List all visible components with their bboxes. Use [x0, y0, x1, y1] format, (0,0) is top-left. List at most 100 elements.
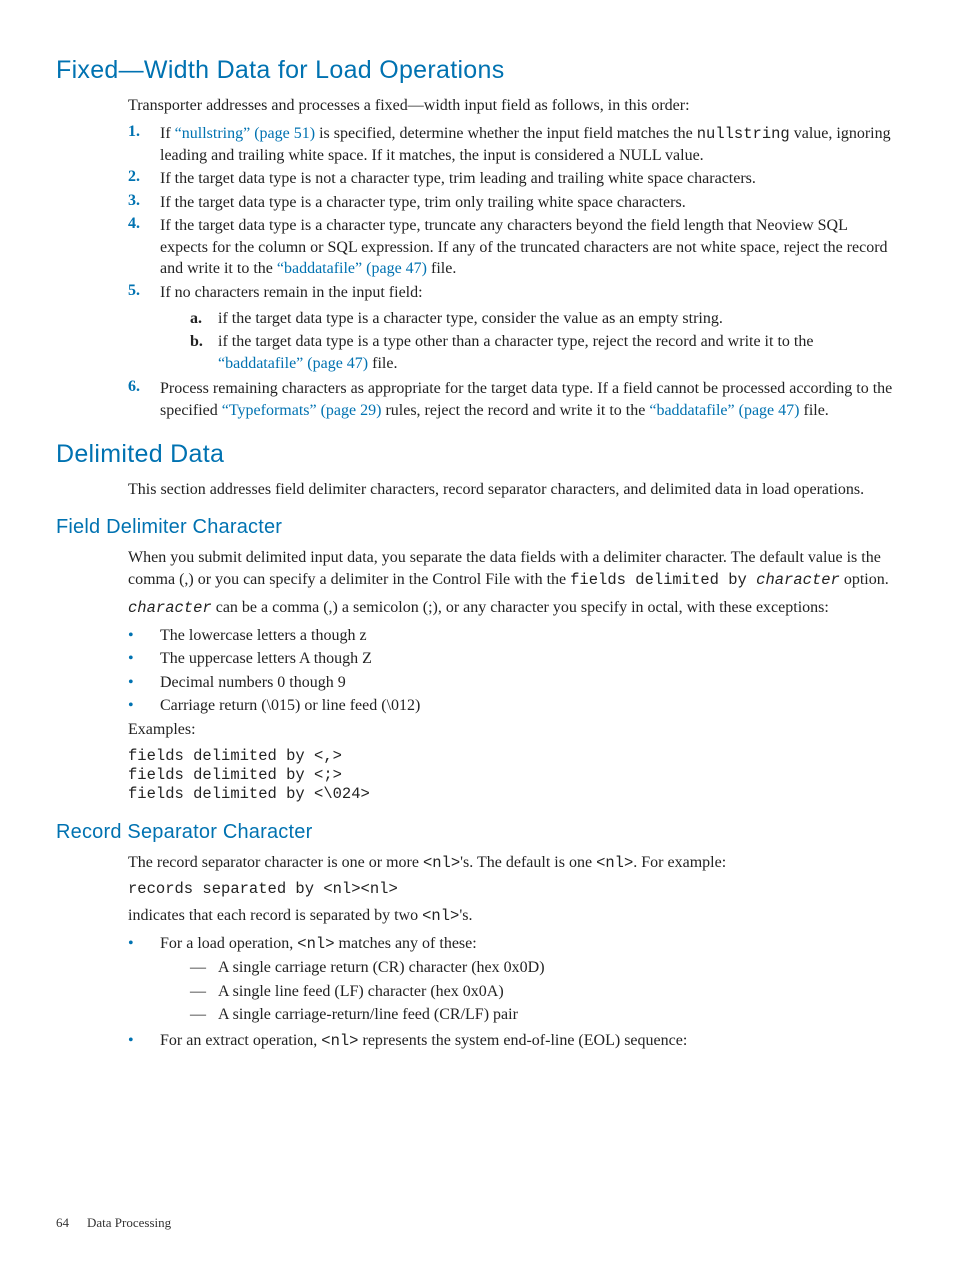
list-letter: b. — [190, 331, 218, 374]
text-run: 's. — [459, 907, 472, 924]
dash-icon: — — [190, 981, 218, 1003]
text-run: option. — [840, 571, 889, 588]
xref-baddatafile[interactable]: “baddatafile” (page 47) — [649, 402, 799, 419]
code-inline: fields delimited by — [570, 571, 756, 589]
xref-typeformats[interactable]: “Typeformats” (page 29) — [222, 402, 382, 419]
text-run: For an extract operation, — [160, 1032, 321, 1049]
list-text: A single carriage return (CR) character … — [218, 957, 898, 979]
text-run: . For example: — [633, 854, 726, 871]
list-text: Process remaining characters as appropri… — [160, 378, 898, 421]
list-item: b. if the target data type is a type oth… — [190, 331, 898, 374]
list-item: 4. If the target data type is a characte… — [128, 215, 898, 280]
dash-icon: — — [190, 957, 218, 979]
ordered-list-alpha: a. if the target data type is a characte… — [190, 308, 898, 375]
bullet-icon: • — [128, 1030, 160, 1052]
list-item: a. if the target data type is a characte… — [190, 308, 898, 330]
xref-baddatafile[interactable]: “baddatafile” (page 47) — [218, 355, 368, 372]
list-text: if the target data type is a type other … — [218, 331, 898, 374]
xref-baddatafile[interactable]: “baddatafile” (page 47) — [277, 260, 427, 277]
bullet-icon: • — [128, 695, 160, 717]
list-item: •The lowercase letters a though z — [128, 625, 898, 647]
list-item: •Carriage return (\015) or line feed (\0… — [128, 695, 898, 717]
examples-label: Examples: — [128, 719, 898, 741]
text-run: is specified, determine whether the inpu… — [315, 125, 697, 142]
text-run: file. — [427, 260, 456, 277]
list-item: 1. If “nullstring” (page 51) is specifie… — [128, 123, 898, 167]
list-number: 6. — [128, 378, 160, 421]
page: Fixed—Width Data for Load Operations Tra… — [0, 0, 954, 1271]
list-item: —A single carriage-return/line feed (CR/… — [190, 1004, 898, 1026]
bullet-icon: • — [128, 625, 160, 647]
list-item: • For an extract operation, <nl> represe… — [128, 1030, 898, 1052]
page-number: 64 — [56, 1215, 69, 1230]
chapter-title: Data Processing — [87, 1215, 171, 1230]
text-run: can be a comma (,) a semicolon (;), or a… — [212, 599, 829, 616]
list-item: •Decimal numbers 0 though 9 — [128, 672, 898, 694]
code-inline-italic: character — [128, 599, 212, 617]
bullet-list: • For a load operation, <nl> matches any… — [128, 933, 898, 1052]
list-text: Carriage return (\015) or line feed (\01… — [160, 695, 898, 717]
list-number: 3. — [128, 192, 160, 214]
heading-fixed-width: Fixed—Width Data for Load Operations — [56, 56, 898, 85]
text-run: For a load operation, — [160, 935, 297, 952]
list-letter: a. — [190, 308, 218, 330]
text-run: represents the system end-of-line (EOL) … — [359, 1032, 688, 1049]
list-number: 4. — [128, 215, 160, 280]
text-run: rules, reject the record and write it to… — [381, 402, 649, 419]
bullet-list: •The lowercase letters a though z •The u… — [128, 625, 898, 717]
list-text: If no characters remain in the input fie… — [160, 282, 898, 376]
list-item: •The uppercase letters A though Z — [128, 648, 898, 670]
text-run: If — [160, 125, 175, 142]
list-text: For a load operation, <nl> matches any o… — [160, 933, 898, 1028]
xref-nullstring[interactable]: “nullstring” (page 51) — [175, 125, 315, 142]
intro-paragraph: Transporter addresses and processes a fi… — [128, 95, 898, 117]
text-run: matches any of these: — [335, 935, 477, 952]
list-number: 2. — [128, 168, 160, 190]
text-run: 's. The default is one — [460, 854, 596, 871]
list-text: if the target data type is a character t… — [218, 308, 898, 330]
list-item: 5. If no characters remain in the input … — [128, 282, 898, 376]
text-run: if the target data type is a type other … — [218, 333, 813, 350]
list-text: Decimal numbers 0 though 9 — [160, 672, 898, 694]
section-fixed-width-body: Transporter addresses and processes a fi… — [128, 95, 898, 422]
code-inline: <nl> — [297, 935, 334, 953]
list-item: 3. If the target data type is a characte… — [128, 192, 898, 214]
text-run: file. — [799, 402, 828, 419]
list-text: If the target data type is not a charact… — [160, 168, 898, 190]
list-item: —A single carriage return (CR) character… — [190, 957, 898, 979]
list-text: The lowercase letters a though z — [160, 625, 898, 647]
list-text: If the target data type is a character t… — [160, 215, 898, 280]
dash-list: —A single carriage return (CR) character… — [190, 957, 898, 1026]
bullet-icon: • — [128, 648, 160, 670]
list-item: —A single line feed (LF) character (hex … — [190, 981, 898, 1003]
section-delimited-body: This section addresses field delimiter c… — [128, 479, 898, 501]
section-field-delimiter-body: When you submit delimited input data, yo… — [128, 547, 898, 805]
code-inline: <nl> — [423, 854, 460, 872]
list-text: For an extract operation, <nl> represent… — [160, 1030, 898, 1052]
code-block: records separated by <nl><nl> — [128, 880, 898, 899]
list-text: The uppercase letters A though Z — [160, 648, 898, 670]
section-record-separator-body: The record separator character is one or… — [128, 852, 898, 1052]
list-number: 5. — [128, 282, 160, 376]
code-block: fields delimited by <,> fields delimited… — [128, 747, 898, 805]
paragraph: indicates that each record is separated … — [128, 905, 898, 927]
list-number: 1. — [128, 123, 160, 167]
paragraph: When you submit delimited input data, yo… — [128, 547, 898, 591]
code-inline: <nl> — [596, 854, 633, 872]
list-item: 6. Process remaining characters as appro… — [128, 378, 898, 421]
list-text: If the target data type is a character t… — [160, 192, 898, 214]
code-inline: <nl> — [321, 1032, 358, 1050]
dash-icon: — — [190, 1004, 218, 1026]
text-run: If no characters remain in the input fie… — [160, 284, 423, 301]
text-run: The record separator character is one or… — [128, 854, 423, 871]
paragraph: This section addresses field delimiter c… — [128, 479, 898, 501]
list-text: A single line feed (LF) character (hex 0… — [218, 981, 898, 1003]
bullet-icon: • — [128, 933, 160, 1028]
list-item: 2. If the target data type is not a char… — [128, 168, 898, 190]
list-text: If “nullstring” (page 51) is specified, … — [160, 123, 898, 167]
ordered-list: 1. If “nullstring” (page 51) is specifie… — [128, 123, 898, 422]
code-inline: <nl> — [422, 907, 459, 925]
list-item: • For a load operation, <nl> matches any… — [128, 933, 898, 1028]
page-footer: 64 Data Processing — [56, 1215, 171, 1231]
bullet-icon: • — [128, 672, 160, 694]
